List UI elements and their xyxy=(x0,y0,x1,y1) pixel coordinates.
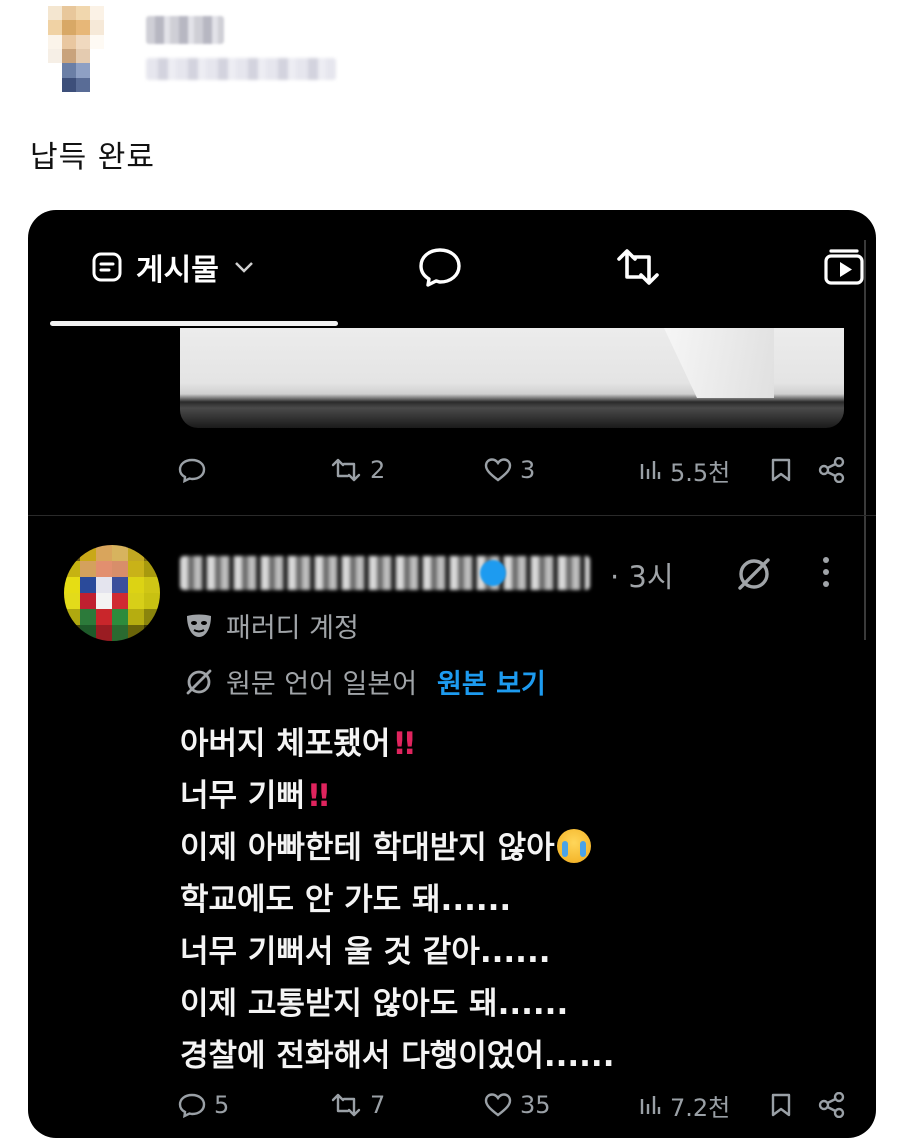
reply-line-3: 이제 아빠한테 학대받지 않아 xyxy=(180,822,840,874)
bookmark-button[interactable] xyxy=(770,1085,792,1125)
author-name-blurred[interactable] xyxy=(146,16,224,44)
reply-count: 5 xyxy=(214,1091,230,1119)
share-icon xyxy=(818,1092,845,1118)
tab-posts[interactable]: 게시물 xyxy=(92,242,255,292)
profile-tabbar: 게시물 xyxy=(28,210,876,328)
author-avatar-blurred[interactable] xyxy=(48,6,104,92)
chevron-down-icon[interactable] xyxy=(233,260,255,274)
repost-icon xyxy=(331,1093,361,1117)
reply-button[interactable]: 5 xyxy=(178,1085,229,1125)
views-button[interactable]: 7.2천 xyxy=(638,1085,730,1125)
mask-icon xyxy=(187,614,211,637)
post-caption: 납득 완료 xyxy=(30,140,155,175)
parent-post-actions: 2 3 5.5천 xyxy=(178,450,846,490)
views-icon xyxy=(640,461,661,479)
share-button[interactable] xyxy=(818,450,846,490)
repost-count: 2 xyxy=(370,456,386,484)
verified-badge-icon xyxy=(480,560,506,586)
bookmark-icon xyxy=(771,1093,791,1117)
share-button[interactable] xyxy=(818,1085,846,1125)
reply-author-name-blurred[interactable] xyxy=(180,556,590,590)
repost-button[interactable]: 7 xyxy=(330,1085,385,1125)
repost-icon xyxy=(617,249,659,285)
media-icon xyxy=(824,249,864,285)
reply-line-2: 너무 기뻐!! xyxy=(180,778,331,814)
like-button[interactable]: 35 xyxy=(484,1085,551,1125)
reply-line-1: 아버지 체포됐어!! xyxy=(180,726,417,762)
tab-replies[interactable] xyxy=(412,242,468,292)
thread-divider xyxy=(28,515,876,516)
more-options-icon[interactable] xyxy=(816,554,836,590)
scrollbar[interactable] xyxy=(864,240,876,640)
reply-actions: 5 7 35 7.2천 xyxy=(178,1085,846,1125)
tab-reposts[interactable] xyxy=(610,242,666,292)
reply-icon xyxy=(178,1093,206,1118)
reply-avatar-blurred[interactable] xyxy=(64,545,160,641)
views-button[interactable]: 5.5천 xyxy=(638,450,730,490)
post-media-image[interactable] xyxy=(180,328,844,428)
views-icon xyxy=(640,1096,661,1114)
reply-line-7: 경찰에 전화해서 다행이었어...... xyxy=(180,1038,615,1074)
views-count: 7.2천 xyxy=(670,1093,731,1122)
double-exclamation-emoji: !! xyxy=(392,726,416,762)
tab-active-indicator xyxy=(50,321,338,326)
posts-icon xyxy=(92,252,122,282)
bookmark-icon xyxy=(771,458,791,482)
share-icon xyxy=(818,457,845,483)
reply-line-6: 이제 고통받지 않아도 돼...... xyxy=(180,986,569,1022)
grok-icon[interactable] xyxy=(734,554,774,598)
parody-label-text: 패러디 계정 xyxy=(226,613,359,644)
repost-count: 7 xyxy=(370,1091,386,1119)
author-handle-blurred[interactable] xyxy=(146,58,336,80)
embedded-screenshot: 게시물 2 3 5.5천 · 3시 패러디 계정 원문 언어 일본어 원본 보기… xyxy=(28,210,876,1138)
translation-notice: 원문 언어 일본어 원본 보기 xyxy=(184,662,546,701)
repost-icon xyxy=(331,458,361,482)
reply-icon xyxy=(178,458,206,483)
parody-account-label: 패러디 계정 xyxy=(184,606,359,645)
reply-line-5: 너무 기뻐서 울 것 같아...... xyxy=(180,934,551,970)
like-count: 35 xyxy=(520,1091,551,1119)
translation-note-text: 원문 언어 일본어 xyxy=(226,669,418,700)
reply-timestamp[interactable]: · 3시 xyxy=(610,554,674,596)
tab-posts-label: 게시물 xyxy=(136,253,219,288)
like-count: 3 xyxy=(520,456,536,484)
heart-icon xyxy=(484,458,512,482)
heart-icon xyxy=(484,1093,512,1117)
reply-line-4: 학교에도 안 가도 돼...... xyxy=(180,882,512,918)
paper-fold xyxy=(664,328,774,398)
reply-icon xyxy=(419,248,461,287)
bookmark-button[interactable] xyxy=(770,450,792,490)
reply-body: 아버지 체포됐어!! 너무 기뻐!! 이제 아빠한테 학대받지 않아 학교에도 … xyxy=(180,718,840,1082)
reply-button[interactable] xyxy=(178,450,206,490)
double-exclamation-emoji: !! xyxy=(306,778,331,814)
like-button[interactable]: 3 xyxy=(484,450,535,490)
repost-button[interactable]: 2 xyxy=(330,450,385,490)
views-count: 5.5천 xyxy=(670,458,731,487)
see-original-link[interactable]: 원본 보기 xyxy=(437,662,546,701)
crying-face-emoji xyxy=(556,829,591,863)
grok-translate-icon xyxy=(186,669,212,694)
